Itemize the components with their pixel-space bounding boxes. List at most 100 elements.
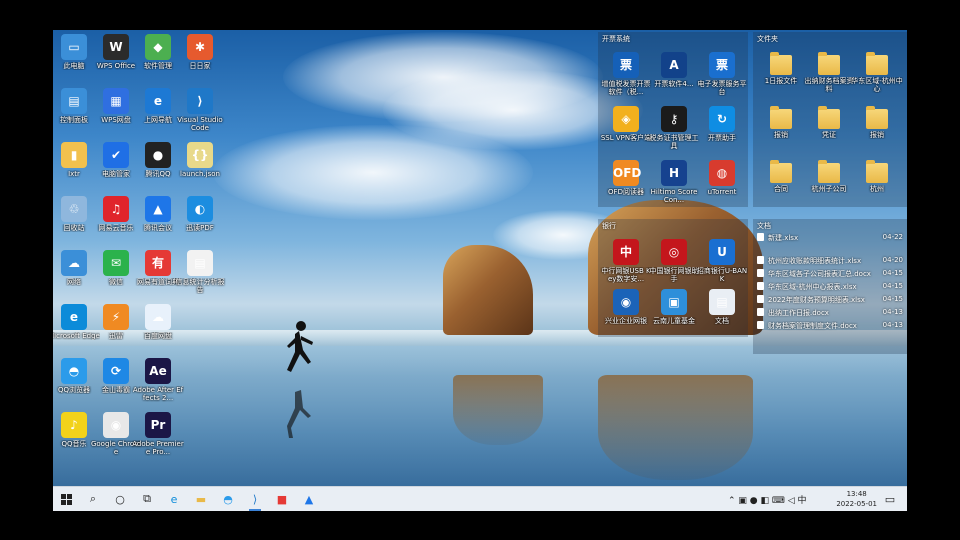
- search-icon[interactable]: ⌕: [84, 490, 102, 508]
- desktop-shortcut[interactable]: H Hiltimo Score Con...: [648, 160, 700, 204]
- clock-time: 13:48: [846, 490, 867, 498]
- shortcut-label: 开票助手: [708, 134, 736, 142]
- torrent-icon: ◍: [709, 160, 735, 186]
- document-icon: ▤: [187, 250, 213, 276]
- folder-shortcut[interactable]: 报销: [755, 106, 807, 139]
- document-name: 财务档案管理制度文件.docx: [768, 322, 857, 330]
- folder-icon: [770, 160, 792, 183]
- document-row[interactable]: 出纳工作日报.docx: [757, 308, 897, 318]
- folder-shortcut[interactable]: 华东区域-杭州中心: [851, 52, 903, 93]
- desktop-shortcut[interactable]: ↻ 开票助手: [696, 106, 748, 142]
- document-name: 2022年度财务预算明细表.xlsx: [768, 296, 865, 304]
- desktop-shortcut[interactable]: ◉ 兴业企业网银: [600, 289, 652, 325]
- qq-icon: ●: [145, 142, 171, 168]
- invoice-app-icon: A: [661, 52, 687, 78]
- document-date: 04-15: [882, 269, 903, 277]
- vpn-icon: ◈: [613, 106, 639, 132]
- document-row[interactable]: 华东区域-杭州中心报表.xlsx: [757, 282, 897, 292]
- folder-icon: [866, 52, 888, 75]
- desktop-shortcut[interactable]: ◎ 中国银行网银助手: [648, 239, 700, 283]
- ubank-icon: U: [709, 239, 735, 265]
- network-icon: ☁: [61, 250, 87, 276]
- desktop-shortcut[interactable]: ☁ 百度网盘: [132, 304, 184, 340]
- qq-browser-taskbar-icon[interactable]: ◓: [219, 490, 237, 508]
- desktop-shortcut[interactable]: {} launch.json: [174, 142, 226, 178]
- folder-label: 凭证: [822, 131, 836, 139]
- shortcut-label: 电子发票服务平台: [697, 80, 747, 96]
- folder-shortcut[interactable]: 凭证: [803, 106, 855, 139]
- desktop-shortcut[interactable]: Ae Adobe After Effects 2...: [132, 358, 184, 402]
- desktop-shortcut[interactable]: ⚷ 税务证书管理工具: [648, 106, 700, 150]
- e-invoice-icon: 票: [709, 52, 735, 78]
- desktop-shortcut[interactable]: U 招商银行U-BANK: [696, 239, 748, 283]
- fence-title: 开票系统: [602, 35, 630, 43]
- folder-label: 报销: [774, 131, 788, 139]
- folder-shortcut[interactable]: 出纳财务档案资料: [803, 52, 855, 93]
- docs-icon: ▤: [709, 289, 735, 315]
- document-date: 04-15: [882, 282, 903, 290]
- desktop-shortcut[interactable]: ◍ uTorrent: [696, 160, 748, 196]
- shortcut-label: Hiltimo Score Con...: [650, 188, 698, 204]
- folder-shortcut[interactable]: 合同: [755, 160, 807, 193]
- desktop-shortcut[interactable]: ▤ 文档: [696, 289, 748, 325]
- qq-browser-icon: ◓: [61, 358, 87, 384]
- wps-office-icon: W: [103, 34, 129, 60]
- shortcut-label: 日日家: [189, 62, 211, 70]
- cortana-icon[interactable]: ○: [111, 490, 129, 508]
- youdao-taskbar-icon[interactable]: ■: [273, 490, 291, 508]
- file-icon: [757, 321, 764, 329]
- notification-icon[interactable]: ▭: [881, 490, 899, 508]
- pdf-reader-icon: ◐: [187, 196, 213, 222]
- shortcut-label: OFD阅读器: [608, 188, 644, 196]
- folder-icon: [818, 106, 840, 129]
- desktop-shortcut[interactable]: ✱ 日日家: [174, 34, 226, 70]
- fence-title: 文件夹: [757, 35, 778, 43]
- desktop-shortcut[interactable]: 中中行网银USB Key数字安...: [600, 239, 652, 283]
- desktop-shortcut[interactable]: ▤ 信息统计分析报告: [174, 250, 226, 294]
- folder-shortcut[interactable]: 1日报文件: [755, 52, 807, 85]
- desktop-shortcut[interactable]: A 开票软件4...: [648, 52, 700, 88]
- desktop-shortcut[interactable]: ◈ SSL VPN客户端: [600, 106, 652, 142]
- document-row[interactable]: 2022年度财务预算明细表.xlsx: [757, 295, 897, 305]
- desktop-shortcut[interactable]: ▣ 云南儿童基金: [648, 289, 700, 325]
- document-name: 杭州应收账款明细表统计.xlsx: [768, 257, 862, 265]
- folder-shortcut[interactable]: 杭州子公司: [803, 160, 855, 193]
- edge-taskbar-icon[interactable]: e: [165, 490, 183, 508]
- folder-shortcut[interactable]: 报销: [851, 106, 903, 139]
- folder-label: 出纳财务档案资料: [804, 77, 854, 93]
- file-icon: [757, 295, 764, 303]
- shortcut-label: 文档: [715, 317, 729, 325]
- desktop-shortcut[interactable]: OFD OFD阅读器: [600, 160, 652, 196]
- document-row[interactable]: 新建.xlsx: [757, 233, 897, 243]
- taskbar-clock[interactable]: 13:48 2022-05-01: [836, 489, 877, 509]
- folder-shortcut[interactable]: 杭州: [851, 160, 903, 193]
- file-explorer-icon[interactable]: ▬: [192, 490, 210, 508]
- folder-label: 华东区域-杭州中心: [851, 77, 903, 93]
- folder-label: 杭州: [870, 185, 884, 193]
- document-row[interactable]: 华东区域各子公司报表汇总.docx: [757, 269, 897, 279]
- vscode-taskbar-icon[interactable]: ⟩: [246, 490, 264, 511]
- ofd-reader-icon: OFD: [613, 160, 641, 186]
- document-row[interactable]: 财务档案管理制度文件.docx: [757, 321, 897, 331]
- pc-manager-icon: ✔: [103, 142, 129, 168]
- document-row[interactable]: 杭州应收账款明细表统计.xlsx: [757, 256, 897, 266]
- desktop-shortcut[interactable]: ◐ 迅读PDF: [174, 196, 226, 232]
- user-folder-icon: ▮: [61, 142, 87, 168]
- desktop-shortcut[interactable]: ⟩ Visual Studio Code: [174, 88, 226, 132]
- vscode-icon: ⟩: [187, 88, 213, 114]
- tencent-meeting-taskbar-icon[interactable]: ▲: [300, 490, 318, 508]
- shortcut-label: 开票软件4...: [654, 80, 694, 88]
- system-tray[interactable]: ⌃ ▣ ● ◧ ⌨ ◁ 中: [728, 493, 806, 506]
- shortcut-label: 税务证书管理工具: [649, 134, 699, 150]
- desktop-shortcut[interactable]: 票增值税发票开票软件（税...: [600, 52, 652, 96]
- shortcut-label: 迅读PDF: [186, 224, 214, 232]
- wallpaper-rock: [443, 245, 533, 335]
- task-view-icon[interactable]: ⧉: [138, 490, 156, 508]
- desktop-shortcut[interactable]: Pr Adobe Premiere Pro...: [132, 412, 184, 456]
- fence-bank: 银行 中中行网银USB Key数字安... ◎ 中国银行网银助手 U 招商银行U-BAN…: [598, 219, 748, 337]
- desktop-shortcut[interactable]: 票电子发票服务平台: [696, 52, 748, 96]
- document-date: 04-13: [882, 321, 903, 329]
- document-name: 华东区域-杭州中心报表.xlsx: [768, 283, 857, 291]
- windows-start-icon[interactable]: [57, 490, 75, 508]
- wechat-icon: ✉: [103, 250, 129, 276]
